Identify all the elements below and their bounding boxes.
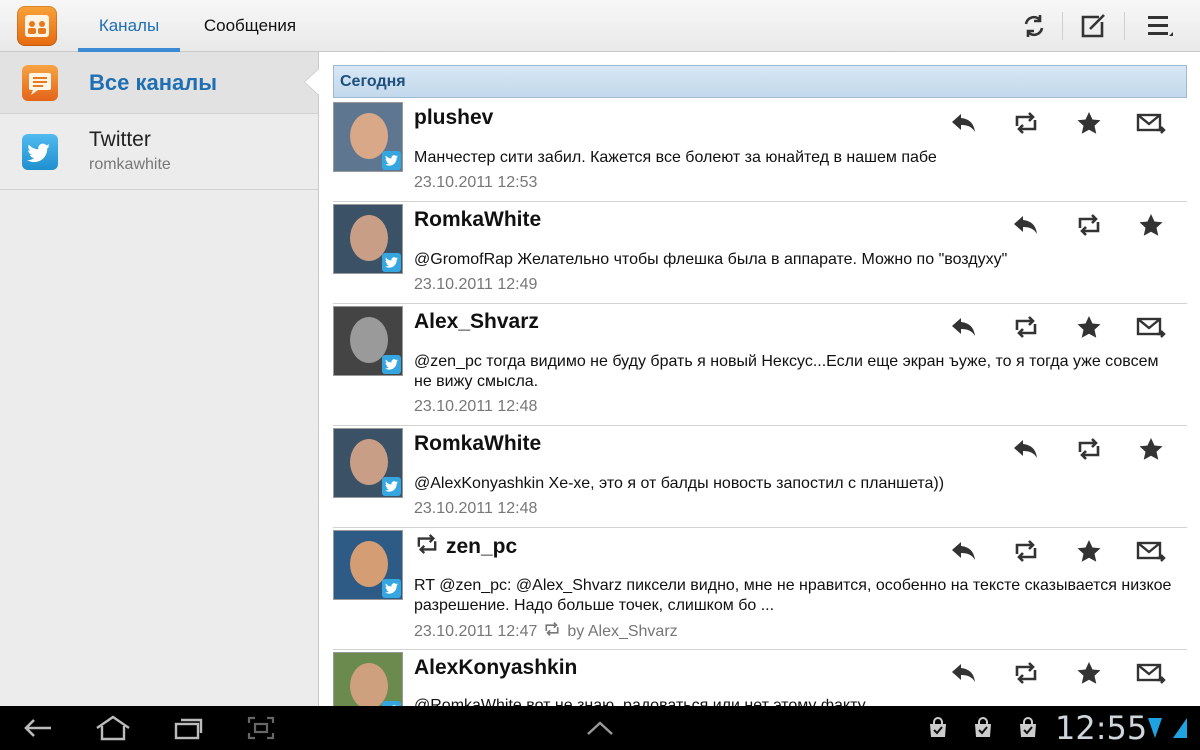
retweet-indicator-icon [414, 534, 440, 560]
notification-shop-icon[interactable] [1016, 712, 1040, 744]
back-icon[interactable] [20, 712, 56, 744]
tweet-time: 23.10.2011 12:49 [414, 276, 538, 293]
tweet-text: RT @zen_pc: @Alex_Shvarz пиксели видно, … [414, 577, 1172, 614]
retweet-icon[interactable] [1008, 108, 1044, 138]
tweet-text: @GromofRap Желательно чтобы флешка была … [414, 251, 1008, 268]
sidebar-item-account: romkawhite [89, 156, 171, 173]
section-label: Сегодня [340, 73, 406, 90]
direct-message-icon[interactable] [1133, 312, 1169, 342]
tweet-author[interactable]: RomkaWhite [414, 432, 541, 456]
retweet-icon[interactable] [1008, 536, 1044, 566]
status-clock[interactable]: 12:55 [1055, 709, 1147, 747]
tweet-item[interactable]: plushev Манчестер сити забил. Кажется вс… [333, 100, 1187, 202]
channels-icon [22, 65, 58, 101]
tweet-time: 23.10.2011 12:48 [414, 500, 538, 517]
tweet-author-row[interactable]: zen_pc [414, 534, 517, 560]
direct-message-icon[interactable] [1133, 108, 1169, 138]
twitter-badge-icon [382, 151, 401, 170]
tweet-author[interactable]: zen_pc [446, 535, 517, 559]
menu-icon[interactable] [1142, 8, 1178, 44]
twitter-badge-icon [382, 477, 401, 496]
reply-icon[interactable] [1008, 210, 1044, 240]
sidebar-item-twitter[interactable]: Twitter romkawhite [0, 114, 318, 190]
reply-icon[interactable] [946, 312, 982, 342]
direct-message-icon[interactable] [1133, 658, 1169, 688]
tweet-author[interactable]: Alex_Shvarz [414, 310, 539, 334]
screenshot-icon[interactable] [243, 712, 279, 744]
tweet-text: Манчестер сити забил. Кажется все болеют… [414, 149, 937, 166]
reply-icon[interactable] [946, 536, 982, 566]
selection-pointer [305, 69, 319, 95]
tweet-time: 23.10.2011 12:47 [414, 622, 538, 640]
sidebar-item-all-channels[interactable]: Все каналы [0, 52, 318, 114]
avatar[interactable] [333, 428, 403, 498]
notification-shop-icon[interactable] [926, 712, 950, 744]
system-bar: 12:55 [0, 706, 1200, 750]
favorite-icon[interactable] [1133, 434, 1169, 464]
reply-icon[interactable] [946, 108, 982, 138]
refresh-icon[interactable] [1016, 8, 1052, 44]
chevron-up-icon[interactable] [582, 712, 618, 744]
sidebar-item-label: Все каналы [89, 70, 218, 95]
favorite-icon[interactable] [1071, 108, 1107, 138]
app-logo-icon[interactable] [17, 6, 57, 46]
action-bar: Каналы Сообщения [0, 0, 1200, 52]
tweet-author[interactable]: AlexKonyashkin [414, 656, 577, 680]
reply-icon[interactable] [946, 658, 982, 688]
sidebar-item-label: Twitter [89, 128, 151, 151]
home-icon[interactable] [93, 712, 133, 744]
tweet-time: 23.10.2011 12:53 [414, 174, 538, 191]
recent-apps-icon[interactable] [171, 712, 207, 744]
favorite-icon[interactable] [1071, 658, 1107, 688]
tab-messages[interactable]: Сообщения [186, 0, 314, 52]
tweet-meta: 23.10.2011 12:47 by Alex_Shvarz [414, 622, 678, 641]
direct-message-icon[interactable] [1133, 536, 1169, 566]
favorite-icon[interactable] [1071, 312, 1107, 342]
retweet-small-icon [543, 622, 561, 641]
avatar[interactable] [333, 306, 403, 376]
tweet-text: @RomkaWhite вот не знаю, радоваться или … [414, 697, 866, 706]
tweet-item[interactable]: RomkaWhite @GromofRap Желательно чтобы ф… [333, 202, 1187, 304]
twitter-badge-icon [382, 355, 401, 374]
wifi-icon [1146, 712, 1164, 744]
retweet-icon[interactable] [1071, 210, 1107, 240]
favorite-icon[interactable] [1071, 536, 1107, 566]
twitter-badge-icon [382, 579, 401, 598]
tweet-item[interactable]: Alex_Shvarz @zen_pc тогда видимо не буду… [333, 304, 1187, 426]
twitter-icon [22, 134, 58, 170]
tab-channels[interactable]: Каналы [78, 0, 180, 52]
tweet-item[interactable]: AlexKonyashkin @RomkaWhite вот не знаю, … [333, 650, 1187, 706]
reply-icon[interactable] [1008, 434, 1044, 464]
notification-shop-icon[interactable] [971, 712, 995, 744]
tweet-item[interactable]: zen_pc RT @zen_pc: @Alex_Shvarz пиксели … [333, 528, 1187, 650]
tweet-time: 23.10.2011 12:48 [414, 398, 538, 415]
retweet-icon[interactable] [1071, 434, 1107, 464]
section-header: Сегодня [333, 65, 1187, 98]
tweet-text: @zen_pc тогда видимо не буду брать я нов… [414, 353, 1159, 390]
retweet-icon[interactable] [1008, 658, 1044, 688]
tweet-item[interactable]: RomkaWhite @AlexKonyashkin Хе-хе, это я … [333, 426, 1187, 528]
tweet-text: @AlexKonyashkin Хе-хе, это я от балды но… [414, 475, 945, 492]
channel-list: Все каналы Twitter romkawhite [0, 52, 319, 706]
feed: Сегодня plushev Манчестер сити забил. Ка… [320, 52, 1200, 706]
retweet-icon[interactable] [1008, 312, 1044, 342]
retweeted-by[interactable]: by Alex_Shvarz [567, 623, 677, 641]
twitter-badge-icon [382, 253, 401, 272]
avatar[interactable] [333, 102, 403, 172]
avatar[interactable] [333, 530, 403, 600]
signal-icon [1170, 712, 1190, 744]
tweet-author[interactable]: RomkaWhite [414, 208, 541, 232]
favorite-icon[interactable] [1133, 210, 1169, 240]
avatar[interactable] [333, 204, 403, 274]
tweet-author[interactable]: plushev [414, 106, 493, 130]
compose-icon[interactable] [1075, 8, 1111, 44]
avatar[interactable] [333, 652, 403, 706]
